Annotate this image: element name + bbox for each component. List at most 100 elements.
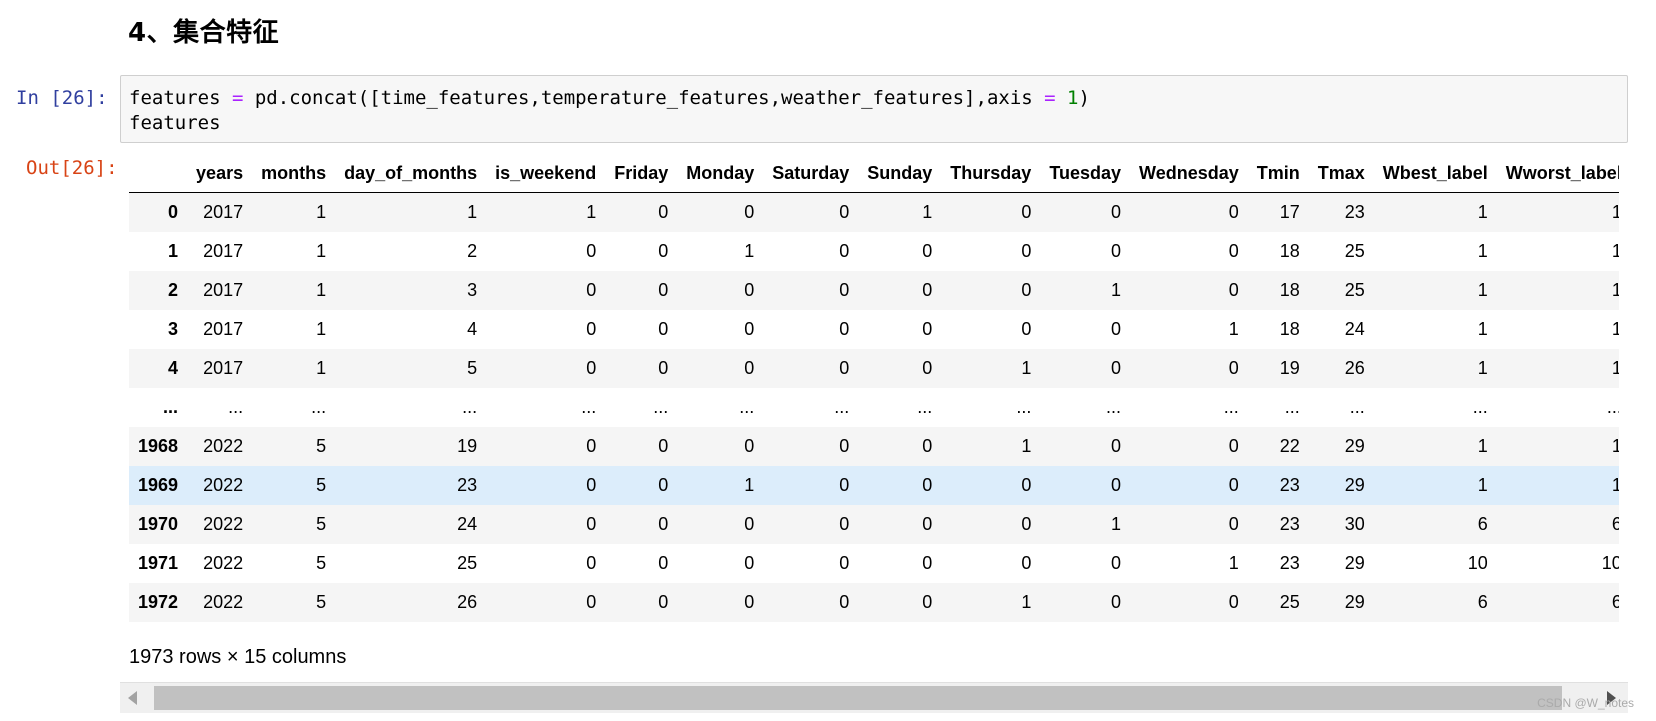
table-cell: 2022: [203, 592, 244, 612]
table-cell: 0: [1021, 514, 1032, 534]
table-cell: 0: [1111, 358, 1122, 378]
table-cell: 2: [467, 241, 478, 261]
table-cell: 23: [1279, 553, 1300, 573]
table-cell: 2022: [203, 436, 244, 456]
table-cell: 0: [839, 319, 850, 339]
table-cell: 0: [586, 241, 597, 261]
table-cell: 0: [1228, 241, 1239, 261]
column-header: Sunday: [858, 154, 942, 193]
column-header: Saturday: [763, 154, 859, 193]
horizontal-scrollbar[interactable]: [120, 682, 1628, 713]
table-header-row: years months day_of_months is_weekend Friday…: [129, 154, 1619, 193]
table-cell: 25: [1344, 280, 1365, 300]
column-header: Tmax: [1308, 154, 1374, 193]
row-index: ...: [163, 397, 179, 417]
table-cell: 1: [1611, 280, 1619, 300]
table-cell: ...: [311, 397, 327, 417]
table-cell: 1: [1021, 436, 1032, 456]
table-cell: 29: [1344, 592, 1365, 612]
code-text[interactable]: features = pd.concat([time_features,temp…: [129, 86, 1090, 136]
table-cell: ...: [581, 397, 597, 417]
table-cell: 1: [1021, 358, 1032, 378]
row-index: 0: [168, 202, 179, 222]
code-token: ): [1078, 87, 1090, 109]
table-row: 3 2017 1 4 0 0 0 0 0 0 0 1 18 24 1 1: [129, 310, 1619, 349]
table-cell: ...: [1284, 397, 1300, 417]
row-index: 4: [168, 358, 179, 378]
table-cell: 0: [922, 514, 933, 534]
table-row: 1971 2022 5 25 0 0 0 0 0 0 0 1 23 29 10 10: [129, 544, 1619, 583]
table-cell: 0: [839, 358, 850, 378]
table-cell: 2017: [203, 280, 244, 300]
table-cell: 1: [1477, 475, 1488, 495]
table-row: 1970 2022 5 24 0 0 0 0 0 0 1 0 23 30 6 6: [129, 505, 1619, 544]
table-cell: 25: [1279, 592, 1300, 612]
table-cell: 1: [316, 319, 327, 339]
table-cell: 25: [457, 553, 478, 573]
table-cell: 0: [658, 202, 669, 222]
table-cell: 1: [1021, 592, 1032, 612]
table-cell: ...: [1606, 397, 1619, 417]
table-cell: ...: [228, 397, 244, 417]
row-index: 1969: [138, 475, 179, 495]
table-cell: 1: [1611, 241, 1619, 261]
table-cell: 24: [457, 514, 478, 534]
table-cell: 1: [1228, 319, 1239, 339]
table-cell: 4: [467, 319, 478, 339]
table-cell: 23: [457, 475, 478, 495]
table-cell: 0: [744, 553, 755, 573]
table-cell: ...: [1223, 397, 1239, 417]
table-cell: 0: [658, 436, 669, 456]
table-cell: 0: [922, 436, 933, 456]
table-cell: 0: [1228, 358, 1239, 378]
table-cell: 6: [1611, 514, 1619, 534]
table-cell: ...: [917, 397, 933, 417]
code-input-area[interactable]: features = pd.concat([time_features,temp…: [120, 75, 1628, 143]
table-cell: 26: [457, 592, 478, 612]
table-cell: 1: [1477, 319, 1488, 339]
table-cell: 17: [1279, 202, 1300, 222]
table-cell: 0: [839, 280, 850, 300]
column-header: day_of_months: [335, 154, 487, 193]
table-cell: 23: [1279, 475, 1300, 495]
table-cell: 0: [658, 514, 669, 534]
table-cell: 1: [922, 202, 933, 222]
table-cell: 0: [839, 553, 850, 573]
table-cell: 18: [1279, 280, 1300, 300]
table-cell: 0: [744, 592, 755, 612]
table-cell: 1: [316, 202, 327, 222]
table-cell: 1: [316, 358, 327, 378]
table-cell: 0: [839, 475, 850, 495]
table-cell: 1: [1611, 358, 1619, 378]
table-cell: 0: [1111, 592, 1122, 612]
table-cell: 1: [1611, 202, 1619, 222]
row-index: 1970: [138, 514, 179, 534]
table-cell: 0: [1228, 514, 1239, 534]
column-header: Monday: [677, 154, 764, 193]
table-cell: 0: [922, 592, 933, 612]
table-cell: 0: [658, 358, 669, 378]
table-cell: 1: [1111, 280, 1122, 300]
row-index: 2: [168, 280, 179, 300]
table-cell: 5: [316, 553, 327, 573]
table-cell: 0: [658, 592, 669, 612]
table-cell: 1: [1611, 436, 1619, 456]
table-cell: 0: [586, 514, 597, 534]
table-cell: 0: [839, 436, 850, 456]
table-cell: 0: [839, 202, 850, 222]
code-line-2: features: [129, 112, 221, 134]
table-cell: 0: [1228, 592, 1239, 612]
table-cell: 6: [1477, 592, 1488, 612]
scroll-left-arrow-icon[interactable]: [128, 691, 137, 705]
table-cell: 2022: [203, 475, 244, 495]
table-cell: 0: [839, 514, 850, 534]
scrollbar-thumb[interactable]: [154, 686, 1562, 710]
row-index: 1968: [138, 436, 179, 456]
table-cell: 0: [922, 358, 933, 378]
column-header: months: [252, 154, 336, 193]
table-cell: 0: [658, 280, 669, 300]
table-row: 1968 2022 5 19 0 0 0 0 0 1 0 0 22 29 1 1: [129, 427, 1619, 466]
table-cell: 5: [316, 436, 327, 456]
table-cell: 0: [744, 436, 755, 456]
